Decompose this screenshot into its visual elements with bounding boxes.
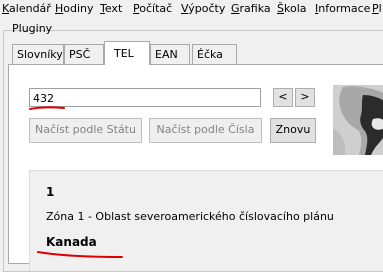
menu-item-skola[interactable]: Škola: [277, 2, 307, 15]
menu-item-text[interactable]: Text: [100, 2, 122, 15]
menu-item-grafika[interactable]: Grafika: [231, 2, 271, 15]
next-button[interactable]: >: [295, 88, 315, 107]
load-by-number-button[interactable]: Načíst podle Čísla: [149, 118, 262, 143]
tab-tel[interactable]: TEL: [104, 41, 150, 65]
result-country: Kanada: [46, 235, 97, 249]
load-by-state-button[interactable]: Načíst podle Státu: [29, 118, 142, 143]
prev-button[interactable]: <: [273, 88, 293, 107]
result-number: 1: [46, 185, 55, 199]
tab-ean[interactable]: EAN: [150, 44, 190, 64]
again-button[interactable]: Znovu: [270, 118, 316, 143]
annotation-underline-input: [29, 106, 65, 110]
tab-slovniky[interactable]: Slovníky: [12, 44, 64, 64]
menu-item-informace[interactable]: Informace: [315, 2, 370, 15]
plugins-group-title: Pluginy: [12, 22, 53, 35]
north-america-map-icon: [333, 85, 383, 155]
menu-item-vypocty[interactable]: Výpočty: [181, 2, 225, 15]
result-zone: Zóna 1 - Oblast severoamerického číslova…: [46, 210, 334, 223]
menu-item-pl[interactable]: Pl: [372, 2, 382, 15]
annotation-underline-country: [37, 251, 123, 258]
menu-item-hodiny[interactable]: Hodiny: [55, 2, 94, 15]
tab-ecka[interactable]: Éčka: [192, 44, 237, 64]
menu-bar: Kalendář Hodiny Text Počítač Výpočty Gra…: [0, 0, 383, 19]
world-map-image: [333, 85, 383, 155]
menu-item-kalendar[interactable]: Kalendář: [2, 2, 51, 15]
tab-psc[interactable]: PSČ: [64, 44, 104, 64]
menu-item-pocitac[interactable]: Počítač: [133, 2, 172, 15]
